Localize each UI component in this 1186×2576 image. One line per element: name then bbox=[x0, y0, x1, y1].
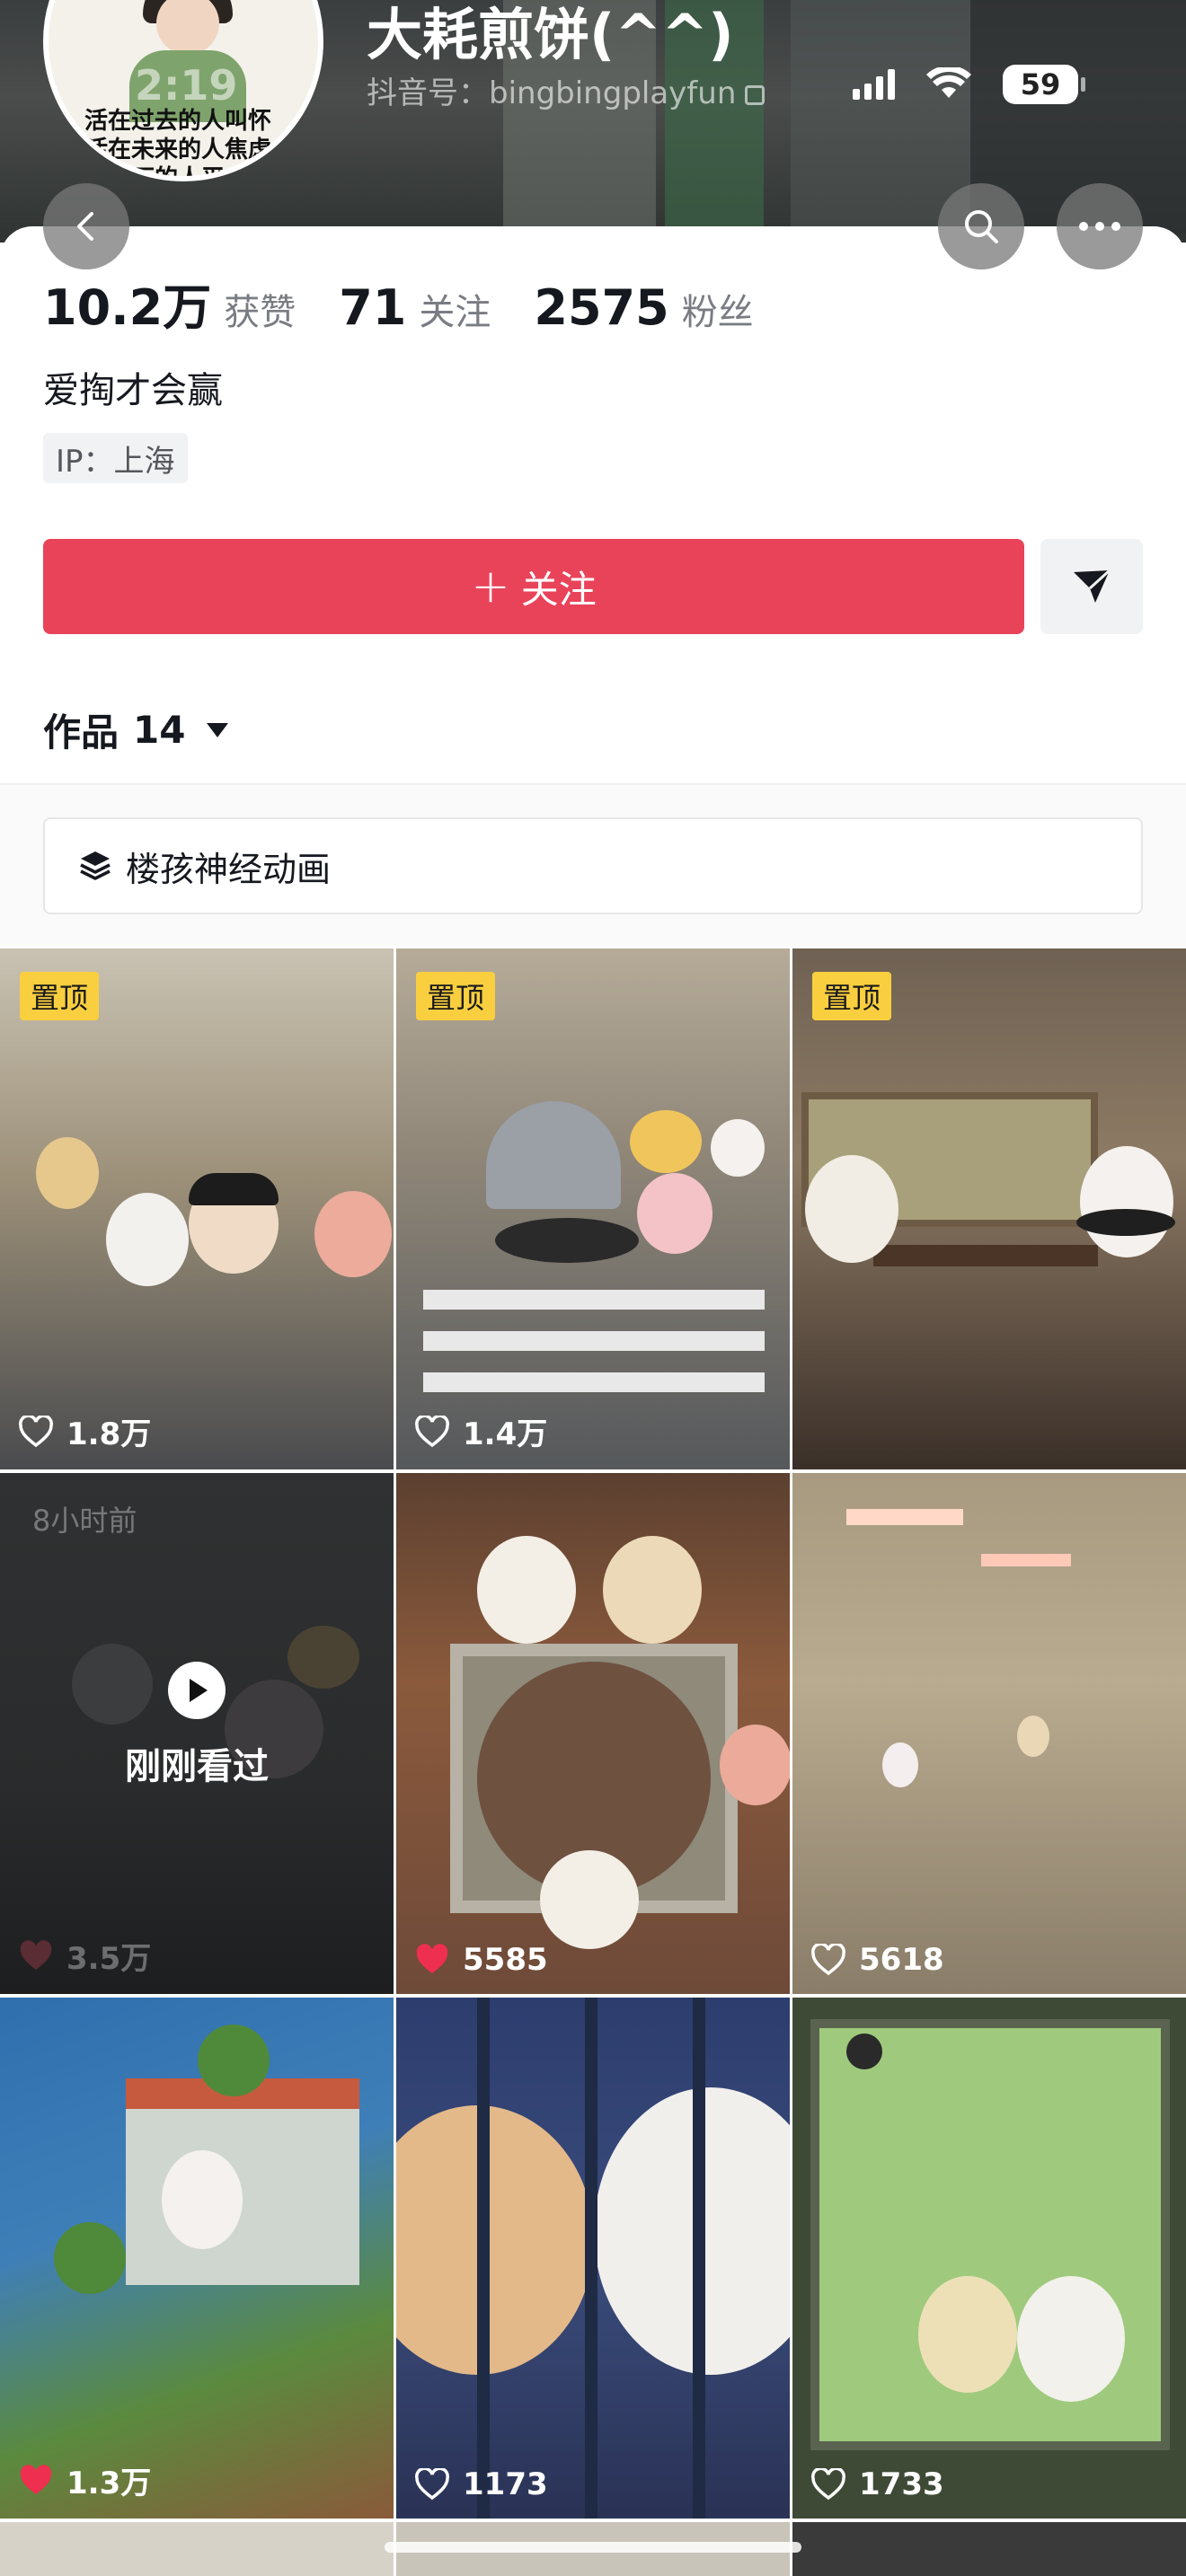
send-message-button[interactable] bbox=[1040, 539, 1143, 634]
heart-outline-icon bbox=[415, 2468, 449, 2501]
douyin-id-text: 抖音号：bingbingplayfun bbox=[367, 75, 737, 111]
like-count-value: 3.5万 bbox=[66, 1941, 152, 1977]
avatar-text-line: 活在过去的人叫怀 bbox=[84, 108, 272, 135]
following-label: 关注 bbox=[419, 292, 491, 333]
more-button[interactable] bbox=[1057, 183, 1143, 269]
like-count-value: 1733 bbox=[859, 2466, 944, 2502]
caret-down-icon bbox=[207, 722, 229, 737]
follow-label: 关注 bbox=[520, 567, 597, 612]
video-tile[interactable]: 1733 bbox=[792, 1998, 1186, 2519]
video-tile[interactable]: 8小时前 刚刚看过 3.5万 bbox=[0, 1473, 394, 1994]
ip-location-tag: IP：上海 bbox=[43, 433, 188, 483]
tab-works[interactable]: 作品 14 bbox=[43, 702, 229, 757]
like-count: 3.5万 bbox=[18, 1934, 151, 1978]
home-indicator[interactable] bbox=[385, 2542, 801, 2553]
video-tile[interactable]: 5585 bbox=[396, 1473, 790, 1994]
like-count-value: 1.8万 bbox=[66, 1416, 152, 1452]
cellular-signal-icon bbox=[853, 69, 895, 100]
like-count-value: 1173 bbox=[463, 2466, 548, 2502]
pinned-badge: 置顶 bbox=[416, 972, 496, 1020]
chevron-left-icon bbox=[77, 212, 93, 241]
profile-bio: 爱掏才会赢 bbox=[43, 370, 223, 411]
following-count[interactable]: 71 bbox=[339, 279, 406, 336]
like-count-value: 1.3万 bbox=[66, 2466, 152, 2501]
works-label: 作品 bbox=[43, 710, 119, 754]
likes-label: 获赞 bbox=[224, 292, 296, 333]
more-icon bbox=[1079, 222, 1120, 231]
like-count: 1.8万 bbox=[18, 1409, 151, 1453]
pinned-badge: 置顶 bbox=[812, 972, 892, 1020]
wifi-icon bbox=[926, 67, 971, 98]
heart-outline-icon bbox=[415, 1415, 449, 1447]
like-count: 5585 bbox=[414, 1942, 548, 1978]
heart-filled-icon bbox=[20, 2464, 52, 2494]
layers-icon bbox=[80, 851, 111, 880]
search-button[interactable] bbox=[938, 183, 1024, 269]
status-time: 2:19 bbox=[135, 61, 238, 110]
recently-watched-label: 刚刚看过 bbox=[125, 1746, 269, 1787]
play-icon bbox=[168, 1662, 226, 1719]
likes-count[interactable]: 10.2万 bbox=[43, 268, 211, 339]
video-tile[interactable] bbox=[792, 2522, 1186, 2576]
posted-time: 8小时前 bbox=[32, 1504, 137, 1538]
plus-icon: + bbox=[471, 560, 510, 613]
works-count: 14 bbox=[133, 708, 186, 752]
video-tile[interactable]: 置顶 1.4万 bbox=[396, 948, 790, 1469]
back-button[interactable] bbox=[43, 183, 129, 269]
followers-label: 粉丝 bbox=[681, 292, 754, 333]
video-tile[interactable]: 1.3万 bbox=[0, 1998, 394, 2519]
video-tile[interactable]: 置顶 1.8万 bbox=[0, 948, 394, 1469]
profile-screen: 活在过去的人叫怀 活在未来的人焦虑 在当下的人平 2:19 大耗煎饼(^^) 抖… bbox=[0, 0, 1186, 2576]
heart-filled-icon bbox=[416, 1944, 448, 1973]
search-icon bbox=[965, 210, 998, 243]
like-count: 1733 bbox=[810, 2466, 944, 2502]
like-count: 1173 bbox=[414, 2466, 548, 2502]
like-count: 5618 bbox=[810, 1942, 944, 1978]
followers-count[interactable]: 2575 bbox=[534, 279, 668, 336]
video-tile[interactable] bbox=[0, 2522, 394, 2576]
like-count-value: 5618 bbox=[859, 1942, 944, 1978]
heart-outline-icon bbox=[811, 1944, 845, 1976]
heart-outline-icon bbox=[19, 1415, 53, 1447]
send-icon bbox=[1074, 569, 1111, 603]
system-status-icons: 59 bbox=[853, 65, 1085, 104]
profile-stats: 10.2万 获赞 71 关注 2575 粉丝 bbox=[43, 268, 797, 339]
copy-icon[interactable] bbox=[745, 84, 766, 105]
like-count: 1.3万 bbox=[18, 2458, 151, 2502]
profile-name: 大耗煎饼(^^) bbox=[367, 2, 734, 67]
follow-button[interactable]: + 关注 bbox=[43, 539, 1024, 634]
video-tile[interactable]: 5618 bbox=[792, 1473, 1186, 1994]
video-tile[interactable]: 1173 bbox=[396, 1998, 790, 2519]
battery-indicator: 59 bbox=[1003, 65, 1085, 104]
heart-outline-icon bbox=[811, 2468, 845, 2501]
pinned-badge: 置顶 bbox=[20, 972, 100, 1020]
like-count-value: 1.4万 bbox=[463, 1416, 548, 1452]
collection-button[interactable]: 楼孩神经动画 bbox=[43, 817, 1143, 914]
like-count-value: 5585 bbox=[463, 1942, 548, 1978]
video-tile[interactable]: 置顶 bbox=[792, 948, 1186, 1469]
like-count: 1.4万 bbox=[414, 1409, 547, 1453]
heart-filled-icon bbox=[20, 1939, 52, 1970]
douyin-id[interactable]: 抖音号：bingbingplayfun bbox=[367, 68, 766, 112]
recently-watched-overlay: 刚刚看过 bbox=[0, 1662, 394, 1789]
avatar-text-line: 活在未来的人焦虑 bbox=[84, 137, 272, 163]
collection-label: 楼孩神经动画 bbox=[126, 849, 332, 889]
